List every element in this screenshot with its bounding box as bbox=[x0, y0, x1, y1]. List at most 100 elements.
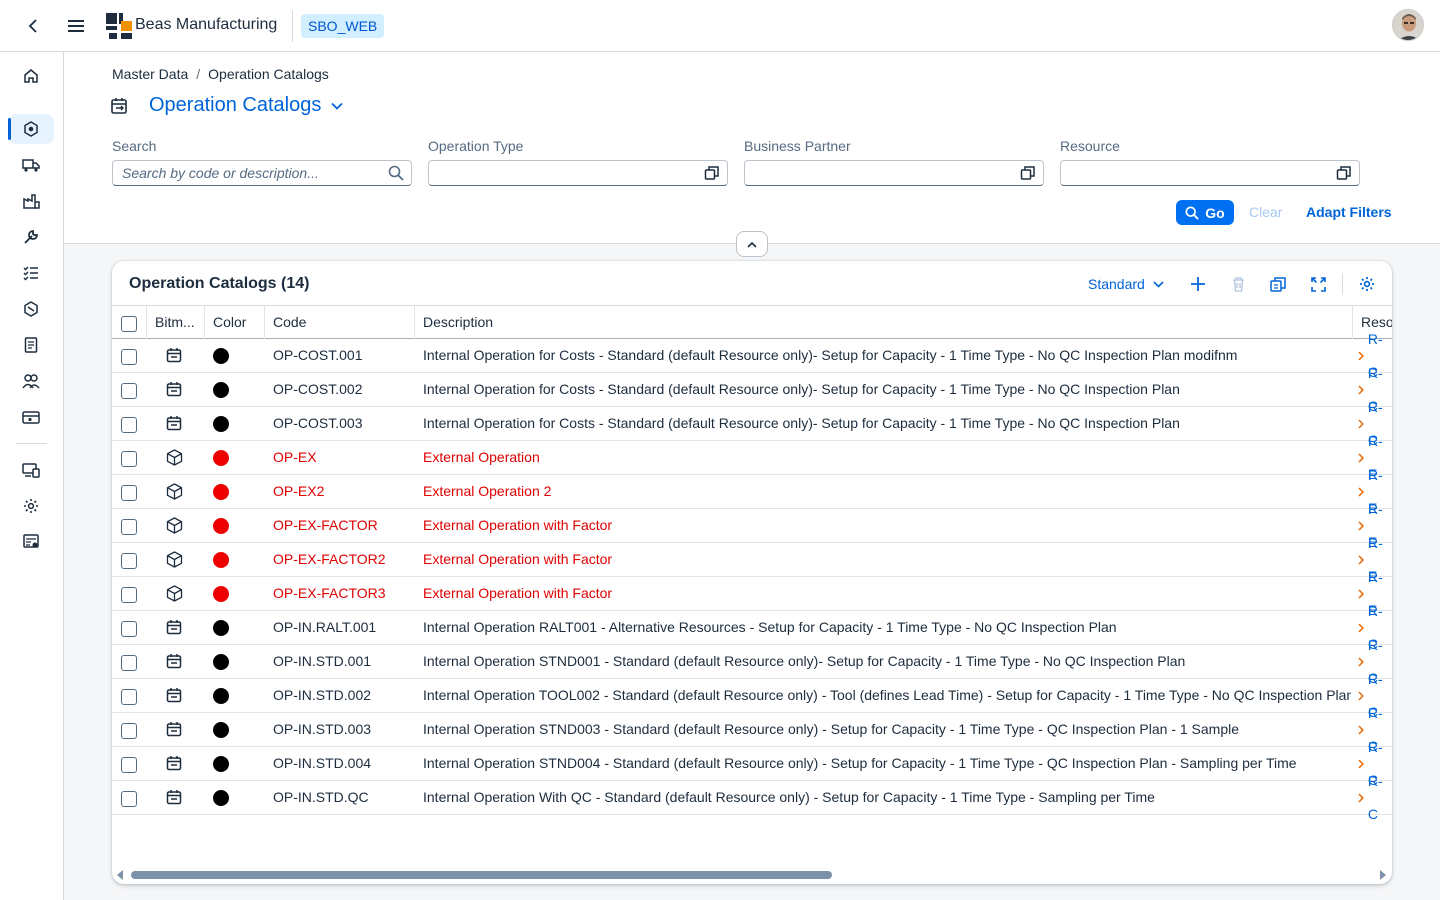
search-label: Search bbox=[112, 138, 157, 154]
row-checkbox[interactable] bbox=[121, 791, 137, 807]
value-help-icon[interactable] bbox=[1336, 165, 1352, 181]
back-button[interactable] bbox=[22, 14, 44, 38]
page-title-variant[interactable]: Operation Catalogs bbox=[149, 94, 343, 117]
calendar-icon bbox=[166, 687, 182, 705]
app-name[interactable]: Beas Manufacturing bbox=[135, 16, 277, 34]
shell-bar: Beas Manufacturing SBO_WEB bbox=[0, 0, 1440, 52]
nav-documents[interactable] bbox=[8, 330, 54, 360]
value-help-icon[interactable] bbox=[1020, 165, 1036, 181]
operation-type-field[interactable] bbox=[428, 160, 728, 186]
table-header: Bitm... Color Code Description Reso bbox=[112, 305, 1392, 339]
collapse-header-button[interactable] bbox=[736, 231, 768, 257]
table-row[interactable]: OP-COST.003 Internal Operation for Costs … bbox=[112, 399, 1392, 448]
row-checkbox[interactable] bbox=[121, 451, 137, 467]
horizontal-scrollbar-thumb[interactable] bbox=[131, 871, 832, 879]
row-checkbox[interactable] bbox=[121, 757, 137, 773]
people-icon bbox=[22, 374, 40, 389]
column-header-color[interactable]: Color bbox=[204, 306, 264, 339]
nav-production[interactable] bbox=[8, 114, 54, 144]
breadcrumb-master-data[interactable]: Master Data bbox=[112, 66, 188, 82]
settings-icon bbox=[1360, 277, 1374, 291]
table-row[interactable]: OP-IN.STD.QC Internal Operation With QC -… bbox=[112, 773, 1392, 822]
table-row[interactable]: OP-COST.002 Internal Operation for Costs … bbox=[112, 365, 1392, 414]
table-row[interactable]: OP-EX-FACTOR2 External Operation with Fac… bbox=[112, 535, 1392, 584]
calendar-clock-icon bbox=[111, 98, 127, 114]
row-checkbox[interactable] bbox=[121, 621, 137, 637]
table-row[interactable]: OP-IN.RALT.001 Internal Operation RALT001… bbox=[112, 603, 1392, 652]
chevron-right-icon bbox=[1358, 385, 1364, 394]
column-header-bitmap[interactable]: Bitm... bbox=[146, 306, 204, 339]
copy-button[interactable] bbox=[1264, 273, 1292, 295]
table-row[interactable]: OP-IN.STD.003 Internal Operation STND003 … bbox=[112, 705, 1392, 754]
row-checkbox[interactable] bbox=[121, 553, 137, 569]
table-variant-select[interactable]: Standard bbox=[1088, 276, 1164, 292]
table-row[interactable]: OP-EX-FACTOR3 External Operation with Fac… bbox=[112, 569, 1392, 618]
column-header-description[interactable]: Description bbox=[414, 306, 1352, 339]
column-header-code[interactable]: Code bbox=[264, 306, 414, 339]
description-cell: Internal Operation for Costs - Standard … bbox=[423, 381, 1180, 397]
calendar-icon bbox=[166, 381, 182, 399]
table-settings-button[interactable] bbox=[1353, 273, 1381, 295]
row-checkbox[interactable] bbox=[121, 349, 137, 365]
row-checkbox[interactable] bbox=[121, 519, 137, 535]
table-row[interactable]: OP-IN.STD.002 Internal Operation TOOL002 … bbox=[112, 671, 1392, 720]
system-badge: SBO_WEB bbox=[301, 14, 385, 38]
table-row[interactable]: OP-COST.001 Internal Operation for Costs … bbox=[112, 331, 1392, 380]
nav-finance[interactable] bbox=[8, 402, 54, 432]
filter-header: Master Data / Operation Catalogs Operati… bbox=[64, 52, 1440, 244]
table-row[interactable]: OP-IN.STD.001 Internal Operation STND001 … bbox=[112, 637, 1392, 686]
menu-button[interactable] bbox=[64, 14, 88, 38]
row-checkbox[interactable] bbox=[121, 655, 137, 671]
nav-settings[interactable] bbox=[8, 491, 54, 521]
calendar-icon bbox=[166, 789, 182, 807]
row-checkbox[interactable] bbox=[121, 383, 137, 399]
nav-devices[interactable] bbox=[8, 455, 54, 485]
color-dot bbox=[213, 348, 229, 364]
adapt-filters-button[interactable]: Adapt Filters bbox=[1306, 204, 1392, 220]
table-row[interactable]: OP-EX2 External Operation 2 R-E bbox=[112, 467, 1392, 516]
description-cell: Internal Operation With QC - Standard (d… bbox=[423, 789, 1155, 805]
row-checkbox[interactable] bbox=[121, 417, 137, 433]
nav-factory[interactable] bbox=[8, 186, 54, 216]
nav-home[interactable] bbox=[8, 61, 54, 91]
go-button[interactable]: Go bbox=[1176, 200, 1234, 225]
toolbar-divider bbox=[1342, 273, 1343, 295]
nav-people[interactable] bbox=[8, 366, 54, 396]
description-cell: Internal Operation TOOL002 - Standard (d… bbox=[423, 687, 1351, 703]
nav-product[interactable] bbox=[8, 294, 54, 324]
calendar-icon bbox=[166, 619, 182, 637]
nav-tools[interactable] bbox=[8, 222, 54, 252]
nav-shipping[interactable] bbox=[8, 150, 54, 180]
row-checkbox[interactable] bbox=[121, 485, 137, 501]
table-row[interactable]: OP-IN.STD.004 Internal Operation STND004 … bbox=[112, 739, 1392, 788]
calendar-icon bbox=[166, 347, 182, 365]
table-row[interactable]: OP-EX External Operation R-E bbox=[112, 433, 1392, 482]
row-checkbox[interactable] bbox=[121, 587, 137, 603]
search-input[interactable]: Search by code or description... bbox=[112, 160, 412, 186]
business-partner-field[interactable] bbox=[744, 160, 1044, 186]
row-checkbox[interactable] bbox=[121, 689, 137, 705]
resource-field[interactable] bbox=[1060, 160, 1360, 186]
delete-button[interactable] bbox=[1224, 273, 1252, 295]
value-help-icon[interactable] bbox=[704, 165, 720, 181]
box-icon bbox=[166, 585, 183, 603]
clear-button[interactable]: Clear bbox=[1249, 204, 1282, 220]
table-row[interactable]: OP-EX-FACTOR External Operation with Fact… bbox=[112, 501, 1392, 550]
add-button[interactable] bbox=[1184, 273, 1212, 295]
add-icon bbox=[1191, 277, 1205, 291]
nav-reports[interactable] bbox=[8, 527, 54, 557]
search-icon[interactable] bbox=[388, 165, 404, 181]
box-icon bbox=[166, 483, 183, 501]
description-cell: Internal Operation STND004 - Standard (d… bbox=[423, 755, 1297, 771]
row-checkbox[interactable] bbox=[121, 723, 137, 739]
fullscreen-button[interactable] bbox=[1304, 273, 1332, 295]
select-all-checkbox[interactable] bbox=[121, 316, 137, 332]
resource-link[interactable]: R-C bbox=[1358, 773, 1392, 822]
scroll-left-icon[interactable] bbox=[116, 870, 124, 880]
color-dot bbox=[213, 722, 229, 738]
avatar[interactable] bbox=[1392, 9, 1424, 41]
breadcrumb: Master Data / Operation Catalogs bbox=[112, 66, 329, 82]
search-icon bbox=[1185, 205, 1200, 220]
nav-tasks[interactable] bbox=[8, 258, 54, 288]
scroll-right-icon[interactable] bbox=[1379, 870, 1387, 880]
